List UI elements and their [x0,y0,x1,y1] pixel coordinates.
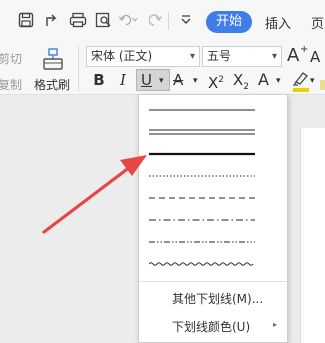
superscript-base: X [208,74,219,92]
underline-double-option[interactable] [149,121,255,143]
font-size-select[interactable]: 五号 ▾ [202,46,282,67]
underline-style-menu: 其他下划线(M)... 下划线颜色(U) ▸ [138,94,288,343]
save-icon[interactable] [16,10,36,30]
quick-access-toolbar: 开始 插入 页 [0,0,325,42]
chevron-down-icon: ▾ [271,51,277,62]
format-painter-button[interactable]: 格式刷 [34,76,70,93]
font-name-value: 宋体 (正文) [91,49,153,63]
superscript-button[interactable]: X2 [208,70,224,93]
tab-page[interactable]: 页 [311,13,324,32]
menu-divider [139,281,287,282]
underline-single-option[interactable] [149,99,255,121]
underline-dashed-option[interactable] [149,187,255,209]
chevron-down-icon[interactable]: ▾ [159,71,164,91]
grow-font-plus-icon: + [300,44,309,55]
submenu-arrow-icon: ▸ [273,320,278,329]
tab-start[interactable]: 开始 [206,11,252,33]
tab-insert[interactable]: 插入 [265,13,291,32]
subscript-button[interactable]: X2 [233,70,249,97]
cut-button[interactable]: 剪切 [0,50,22,67]
toolbar-separator [168,12,169,30]
chevron-down-icon[interactable]: ▾ [310,71,315,91]
subscript-mark: 2 [243,82,250,92]
share-icon[interactable] [42,10,62,30]
chevron-down-icon[interactable]: ▾ [193,71,198,91]
subscript-base: X [233,71,244,89]
ribbon-edge-strip [320,80,325,90]
print-preview-icon[interactable] [94,10,114,30]
shrink-font-button[interactable]: A [310,48,320,66]
format-painter-icon[interactable] [42,48,64,76]
customize-toolbar-icon[interactable] [176,10,196,30]
print-icon[interactable] [68,10,88,30]
copy-button[interactable]: 复制 [0,76,22,93]
underline-thick-option[interactable] [149,143,255,165]
redo-icon[interactable] [146,10,166,30]
highlight-color-swatch [293,88,309,92]
underline-dash-dot-option[interactable] [149,209,255,231]
underline-wave-option[interactable] [149,253,255,275]
text-effect-button[interactable]: A [258,70,269,90]
bold-button[interactable]: B [90,70,108,90]
underline-button[interactable]: U ▾ [136,69,170,91]
superscript-mark: 2 [218,75,225,85]
more-underlines-menu-item[interactable]: 其他下划线(M)... [172,290,263,307]
underline-dotted-option[interactable] [149,165,255,187]
grow-font-button[interactable]: A [287,45,299,66]
underline-icon: U [141,71,152,89]
chevron-down-icon: ▾ [189,51,195,62]
italic-button[interactable]: I [116,70,130,90]
underline-color-menu-item[interactable]: 下划线颜色(U) [172,318,250,335]
font-name-select[interactable]: 宋体 (正文) ▾ [86,46,200,67]
underline-dash-dot-dot-option[interactable] [149,231,255,253]
font-size-value: 五号 [207,49,232,63]
chevron-down-icon[interactable]: ▾ [276,71,281,91]
undo-icon[interactable] [118,10,138,30]
document-page[interactable] [300,128,325,343]
ribbon-separator [78,46,79,92]
strikethrough-button[interactable]: A [173,70,183,90]
